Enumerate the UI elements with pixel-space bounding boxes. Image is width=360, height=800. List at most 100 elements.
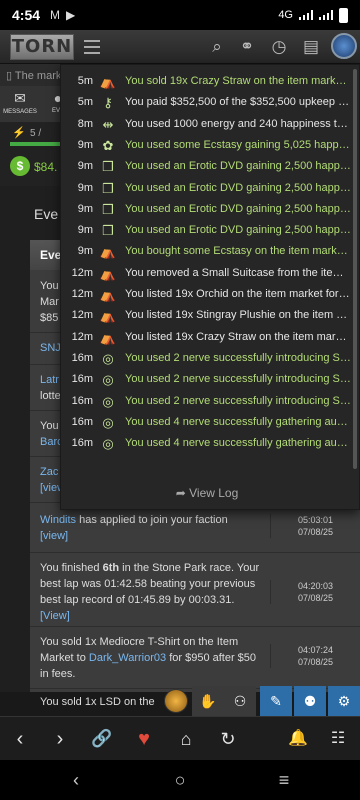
event-time: 05:03:01 [297,515,334,525]
log-message: You used 2 nerve successfully introducin… [125,373,351,386]
log-row[interactable]: 12m ⛺ You listed 19x Stingray Plushie on t… [61,305,353,326]
log-row[interactable]: 16m ◎ You used 2 nerve successfully introd… [61,391,353,412]
key-icon: ⚷ [103,95,113,111]
chat-users-icon[interactable]: ⚉ [294,686,326,716]
log-age: 9m [77,138,93,151]
fingerprint-icon: ◎ [102,393,114,409]
event-item-sale: You sold 1x Mediocre T-Shirt on the Item… [40,634,268,682]
heart-icon[interactable]: ♥ [124,723,164,755]
dollar-icon: $ [10,156,30,176]
nav-back-icon[interactable]: ‹ [56,764,96,796]
log-scrollbar[interactable] [353,69,357,469]
event-time: 04:07:24 [297,645,334,655]
player-link[interactable]: SNJ [40,342,61,354]
chat-settings-icon[interactable]: ⚙ [328,686,360,716]
view-log-button[interactable]: ➦ View Log [61,477,353,509]
log-row[interactable]: 9m ⛺ You bought some Ecstasy on the item m… [61,241,353,262]
chat-avatar-button[interactable] [160,686,192,716]
signal-icon-2 [319,10,333,20]
avatar[interactable] [331,33,357,59]
chat-pencil-icon[interactable]: ✎ [260,686,292,716]
log-row[interactable]: 9m ❒ You used an Erotic DVD gaining 2,500 … [61,199,353,220]
clock: 4:54 [12,7,41,23]
view-link[interactable]: [View] [40,608,268,624]
event-date: 07/08/25 [297,657,334,667]
torn-logo[interactable]: TORN [10,34,74,60]
search-icon[interactable]: ⌕ [206,36,228,58]
link-icon[interactable]: 🔗 [82,723,122,755]
market-basket-icon: ⛺ [99,287,117,302]
chat-people-icon[interactable]: ⚇ [224,686,256,716]
messages-label: MESSAGES [3,109,37,115]
log-row[interactable]: 16m ◎ You used 2 nerve successfully introd… [61,369,353,390]
market-basket-icon: ⛺ [99,74,117,89]
log-message: You used some Ecstasy gaining 5,025 happ… [125,138,351,151]
log-row[interactable]: 16m ◎ You used 4 nerve successfully gather… [61,433,353,454]
log-row[interactable]: 16m ◎ You used 4 nerve successfully gather… [61,412,353,433]
sliders-icon[interactable]: ☷ [318,723,358,755]
log-row[interactable]: 16m ◎ You used 2 nerve successfully introd… [61,348,353,369]
home-icon[interactable]: ⌂ [166,723,206,755]
event-timestamp: 05:03:01 07/08/25 [270,514,360,538]
event-time: 04:20:03 [297,581,334,591]
clock-icon[interactable]: ◷ [268,36,290,58]
back-chevron-icon[interactable]: ‹ [0,723,40,755]
log-row[interactable]: 12m ⛺ You listed 19x Orchid on the item ma… [61,284,353,305]
clipboard-icon[interactable]: ▤ [300,36,322,58]
log-row[interactable]: 9m ✿ You used some Ecstasy gaining 5,025 h… [61,135,353,156]
log-row[interactable]: 9m ❒ You used an Erotic DVD gaining 2,500 … [61,156,353,177]
log-message: You used 2 nerve successfully introducin… [125,351,351,364]
network-label: 4G [278,9,293,21]
log-row[interactable]: 12m ⛺ You removed a Small Suitcase from th… [61,263,353,284]
log-message: You paid $352,500 of the $352,500 upkeep… [125,96,351,109]
view-log-label: View Log [189,486,239,500]
event-text: best lap record of 01:45.89 by 00:03.31. [40,594,235,606]
log-message: You bought some Ecstasy on the item mark… [125,245,351,258]
fingerprint-icon: ◎ [102,372,114,388]
event-text: You sold 1x LSD on the [40,696,155,708]
view-link[interactable]: [view] [40,528,268,544]
log-message: You used 2 nerve successfully introducin… [125,394,351,407]
leaf-icon: ✿ [102,137,114,153]
log-row[interactable]: 9m ❒ You used an Erotic DVD gaining 2,500 … [61,220,353,241]
box-icon: ❒ [102,159,114,175]
log-row[interactable]: 9m ❒ You used an Erotic DVD gaining 2,500 … [61,178,353,199]
event-item-race: You finished 6th in the Stone Park race.… [40,560,268,624]
market-basket-icon: ⛺ [99,329,117,345]
nav-home-icon[interactable]: ○ [160,764,200,796]
fingerprint-icon: ◎ [102,414,114,430]
binoculars-icon[interactable]: ⚭ [236,36,258,58]
log-age: 5m [77,75,93,87]
log-row[interactable]: 8m ⇹ You used 1000 energy and 240 happines… [61,114,353,135]
log-age: 9m [77,181,93,194]
player-link[interactable]: Windits [40,514,76,526]
log-row[interactable]: 5m ⛺ You sold 19x Crazy Straw on the item … [61,71,353,92]
messages-link[interactable]: ✉ MESSAGES [2,90,38,115]
energy-text: 5 / [30,128,42,139]
log-age: 12m [71,288,93,300]
box-icon: ❒ [102,180,114,196]
gmail-icon: M [50,8,61,22]
event-text: in the Stone Park race. Your [119,562,260,574]
menu-icon[interactable] [84,40,100,54]
system-navigation: ‹ ○ ≡ [0,760,360,800]
signal-icon [299,10,313,20]
news-icon: ▯ [6,70,15,82]
nav-recents-icon[interactable]: ≡ [264,764,304,796]
money-value[interactable]: $84. [34,160,57,174]
bell-icon[interactable]: 🔔 [278,723,318,755]
log-row[interactable]: 5m ⚷ You paid $352,500 of the $352,500 upk… [61,92,353,113]
event-text: in fees. [40,668,76,680]
envelope-icon: ✉ [14,90,26,106]
player-link[interactable]: Dark_Warrior03 [89,652,166,664]
log-row[interactable]: 12m ⛺ You listed 19x Crazy Straw on the it… [61,327,353,348]
log-age: 9m [77,160,93,173]
chat-hand-icon[interactable]: ✋ [192,686,224,716]
refresh-icon[interactable]: ↻ [208,723,248,755]
event-text: You finished [40,562,103,574]
event-item-lsd: You sold 1x LSD on the [40,694,155,710]
log-message: You sold 19x Crazy Straw on the item mar… [125,75,351,87]
event-text: has applied to join your faction [76,514,228,526]
market-basket-icon: ⛺ [99,308,117,324]
forward-chevron-icon[interactable]: › [40,723,80,755]
